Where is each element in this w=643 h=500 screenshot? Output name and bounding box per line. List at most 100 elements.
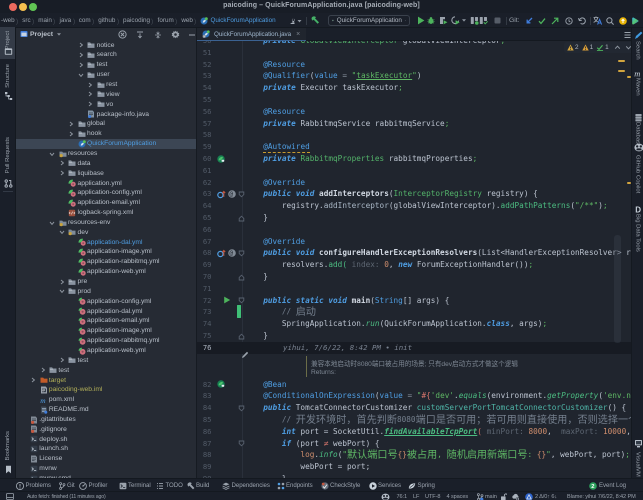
structure-icon[interactable]	[4, 91, 13, 100]
run-button[interactable]	[416, 15, 425, 26]
code-line-72[interactable]: 72 public static void main(String[] args…	[197, 295, 631, 307]
problems-icon[interactable]	[16, 482, 24, 490]
toolwindow-button-profiler[interactable]: Profiler	[89, 482, 108, 489]
code-line-76[interactable]: 76yihui, 7/6/22, 8:42 PM • init	[197, 342, 631, 354]
build-icon[interactable]	[187, 482, 195, 490]
checkstyle-icon[interactable]	[321, 482, 329, 490]
stop-button[interactable]	[494, 15, 501, 26]
bookmarks-icon[interactable]	[4, 465, 13, 474]
code-line-84[interactable]: 84 public TomcatConnectorCustomizer cust…	[197, 402, 631, 414]
tree-item-application.yml[interactable]: application.yml	[16, 178, 197, 188]
database-icon[interactable]	[634, 113, 643, 122]
code-line-86[interactable]: 86 int port = SocketUtil.findAvailableTc…	[197, 426, 631, 438]
tree-item-resources[interactable]: resources	[16, 149, 197, 159]
code-line-60[interactable]: 60 private RabbitmqProperties rabbitmqPr…	[197, 153, 631, 165]
code-line-58[interactable]: 58	[197, 129, 631, 141]
tree-item-application-image.yml[interactable]: application-image.yml	[16, 247, 197, 257]
profiler-button[interactable]	[451, 15, 460, 26]
tree-item-vo[interactable]: vo	[16, 99, 197, 109]
code-viewport[interactable]: 50 private GlobalViewInterceptor globalV…	[197, 41, 631, 478]
run-targets-button[interactable]	[470, 15, 479, 26]
breadcrumb-item[interactable]: paicoding	[123, 17, 150, 24]
tree-item-paicoding-web.iml[interactable]: paicoding-web.iml	[16, 385, 197, 395]
run-configuration-select[interactable]: QuickForumApplication	[328, 15, 410, 26]
copilot-icon[interactable]	[634, 143, 643, 152]
tree-item-application-web.yml[interactable]: application-web.yml	[16, 267, 197, 277]
stripe-item-visualvm[interactable]: VisualVM	[635, 452, 641, 477]
tree-item-.gitattributes[interactable]: .gitattributes	[16, 415, 197, 425]
project-widget-icon[interactable]	[287, 15, 302, 26]
code-line-54[interactable]: 54 private Executor taskExecutor;	[197, 82, 631, 94]
tree-item-application-config.yml[interactable]: application-config.yml	[16, 296, 197, 306]
code-line-83[interactable]: 83 @ConditionalOnExpression(value = "#{'…	[197, 390, 631, 402]
chevron-collapsed-icon[interactable]	[59, 357, 65, 363]
chevron-expanded-icon[interactable]	[49, 220, 55, 226]
tree-item-pom.xml[interactable]: mpom.xml	[16, 395, 197, 405]
tree-item-application-image.yml[interactable]: application-image.yml	[16, 326, 197, 336]
rendered-doc-comment[interactable]: 兼容本地启动时8080端口被占用的场景; 只有dev启动方式才做这个逻辑Retu…	[197, 354, 631, 379]
tree-item-notice[interactable]: notice	[16, 40, 197, 50]
rollback-button[interactable]	[578, 15, 586, 26]
chevron-down-icon[interactable]	[56, 32, 62, 37]
edit-doc-icon[interactable]	[241, 351, 249, 359]
chevron-collapsed-icon[interactable]	[78, 52, 84, 58]
code-line-56[interactable]: 56 @Resource	[197, 106, 631, 118]
debug-button[interactable]	[427, 15, 435, 26]
status-caret-position[interactable]: 76:1	[397, 494, 408, 500]
editor-scrollbar-thumb[interactable]	[614, 235, 621, 343]
toolwindow-button-terminal[interactable]: Terminal	[128, 482, 151, 489]
advice-gutter-icon[interactable]: @	[228, 249, 236, 257]
terminal-icon[interactable]	[119, 482, 127, 490]
override-method-icon[interactable]	[217, 249, 225, 257]
code-line-59[interactable]: 59 @Autowired	[197, 141, 631, 153]
toolwindow-button-endpoints[interactable]: Endpoints	[286, 482, 313, 489]
tree-item-test[interactable]: test	[16, 355, 197, 365]
search-everywhere-icon[interactable]	[606, 15, 614, 26]
toolwindow-toggle-icon[interactable]	[6, 493, 14, 500]
tree-item-target[interactable]: target	[16, 375, 197, 385]
status-git-counts[interactable]: 2 Δ/0↑ 6↓	[535, 494, 557, 500]
code-line-53[interactable]: 53 @Qualifier(value = "taskExecutor")	[197, 70, 631, 82]
editor-tab[interactable]: QuickForumApplication.java ×	[197, 28, 306, 41]
run-main-icon[interactable]	[223, 296, 231, 304]
run-with-coverage-button[interactable]	[439, 15, 448, 26]
toolwindow-button-todo[interactable]: TODO	[166, 482, 183, 489]
fold-marker-icon[interactable]	[238, 440, 245, 447]
breadcrumb-item[interactable]: github	[98, 17, 115, 24]
toolwindow-button-problems[interactable]: Problems	[26, 482, 51, 489]
expand-all-button[interactable]	[136, 30, 145, 39]
fold-marker-icon[interactable]	[238, 215, 245, 222]
code-line-71[interactable]: 71	[197, 283, 631, 295]
chevron-collapsed-icon[interactable]	[30, 377, 36, 383]
hide-panel-button[interactable]	[187, 30, 196, 39]
toolwindow-button-git[interactable]: Git	[67, 482, 75, 489]
toolwindow-button-spring[interactable]: Spring	[418, 482, 435, 489]
bean-gutter-icon[interactable]	[217, 380, 225, 388]
commit-button[interactable]	[538, 15, 546, 26]
breadcrumb-item[interactable]: java	[60, 17, 72, 24]
tree-item-global[interactable]: global	[16, 119, 197, 129]
chevron-collapsed-icon[interactable]	[59, 279, 65, 285]
stripe-item-big-data-tools[interactable]: Big Data Tools	[635, 214, 641, 252]
code-line-57[interactable]: 57 private RabbitmqService rabbitmqServi…	[197, 118, 631, 130]
tree-item-application-rabbitmq.yml[interactable]: application-rabbitmq.yml	[16, 257, 197, 267]
update-notification-icon[interactable]	[619, 15, 627, 26]
status-indent[interactable]: 4 spaces	[447, 494, 469, 500]
services-icon[interactable]	[369, 482, 377, 490]
code-line-66[interactable]: 66	[197, 224, 631, 236]
tree-item-license[interactable]: License	[16, 454, 197, 464]
code-line-89[interactable]: 89 webPort = port;	[197, 461, 631, 473]
tree-item-application-email.yml[interactable]: application-email.yml	[16, 316, 197, 326]
override-method-icon[interactable]	[217, 190, 225, 198]
tree-item-application-config.yml[interactable]: application-config.yml	[16, 188, 197, 198]
code-line-70[interactable]: 70 }	[197, 271, 631, 283]
translation-icon[interactable]	[593, 15, 602, 26]
chevron-expanded-icon[interactable]	[59, 229, 65, 235]
chevron-collapsed-icon[interactable]	[68, 121, 74, 127]
chevron-collapsed-icon[interactable]	[40, 367, 46, 373]
code-line-55[interactable]: 55	[197, 94, 631, 106]
tree-item-resources-env[interactable]: resources-env	[16, 218, 197, 228]
breadcrumb-item[interactable]: com	[79, 17, 91, 24]
tree-item-launch.sh[interactable]: launch.sh	[16, 444, 197, 454]
cloud-sync-icon[interactable]	[511, 493, 519, 500]
